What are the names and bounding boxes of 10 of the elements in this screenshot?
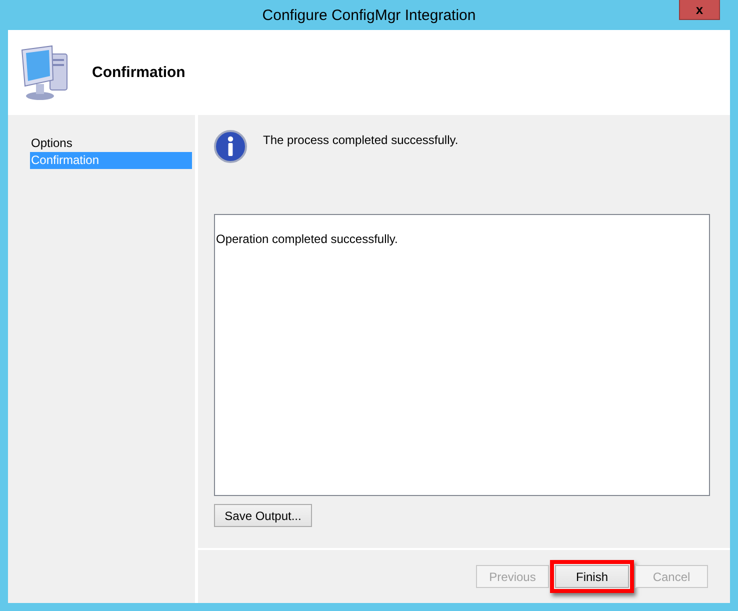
close-button[interactable]: x bbox=[679, 0, 720, 20]
page-heading: Confirmation bbox=[92, 64, 186, 81]
status-message: The process completed successfully. bbox=[263, 133, 458, 147]
output-box[interactable]: Operation completed successfully. bbox=[214, 214, 710, 496]
dialog-button[interactable]: Finish bbox=[555, 565, 629, 588]
save-output-button[interactable]: Save Output... bbox=[214, 504, 312, 527]
info-icon bbox=[214, 130, 247, 163]
sidebar-item[interactable]: Options bbox=[30, 135, 192, 152]
window-title: Configure ConfigMgr Integration bbox=[262, 6, 476, 24]
computer-icon bbox=[20, 44, 70, 102]
